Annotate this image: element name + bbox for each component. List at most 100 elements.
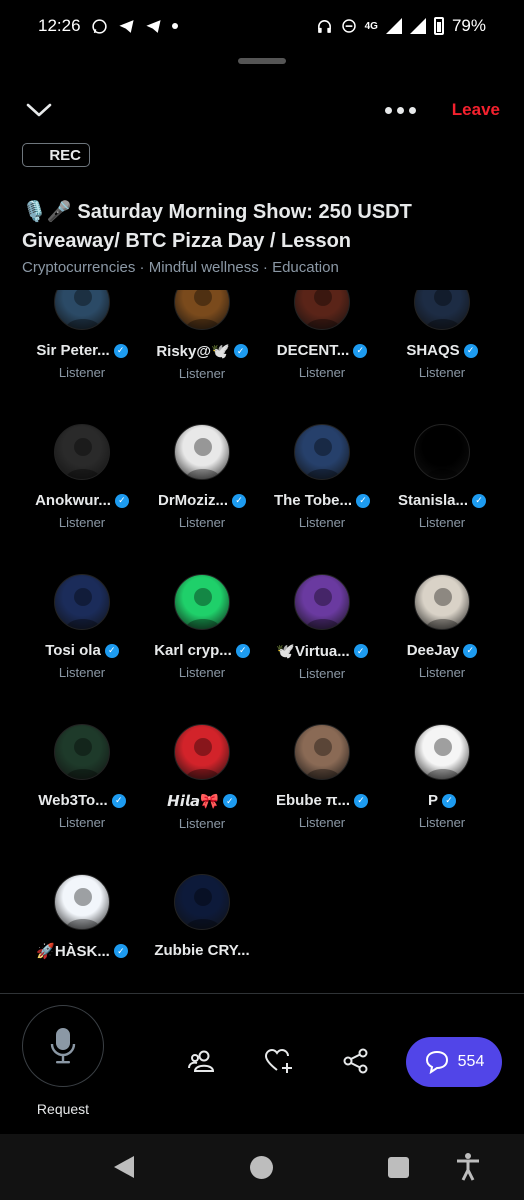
share-button[interactable] bbox=[339, 1044, 373, 1078]
listener-item[interactable]: P ✓ Listener bbox=[382, 710, 502, 860]
headphones-icon bbox=[316, 18, 333, 35]
listener-item[interactable]: Tosi ola ✓ Listener bbox=[22, 560, 142, 710]
avatar[interactable] bbox=[54, 574, 110, 630]
avatar[interactable] bbox=[54, 724, 110, 780]
listener-item[interactable]: DECENT... ✓ Listener bbox=[262, 290, 382, 410]
telegram-icon bbox=[145, 18, 162, 35]
listener-list[interactable]: Sir Peter... ✓ Listener Risky@🕊️ ✓ Listener DE… bbox=[0, 290, 524, 962]
avatar[interactable] bbox=[174, 874, 230, 930]
listener-role: Listener bbox=[178, 816, 226, 831]
listener-item[interactable]: DrMoziz... ✓ Listener bbox=[142, 410, 262, 560]
people-icon bbox=[188, 1050, 215, 1072]
home-icon[interactable] bbox=[250, 1156, 273, 1179]
avatar[interactable] bbox=[294, 574, 350, 630]
listener-role: Listener bbox=[418, 665, 466, 680]
leave-button[interactable]: Leave bbox=[452, 100, 500, 120]
listener-name-row: Karl cryp... ✓ bbox=[154, 642, 250, 659]
drag-handle[interactable] bbox=[238, 58, 286, 64]
avatar[interactable] bbox=[294, 724, 350, 780]
listener-item[interactable]: The Tobe... ✓ Listener bbox=[262, 410, 382, 560]
verified-badge-icon: ✓ bbox=[113, 944, 128, 958]
listener-name-row: 𝙃𝙞𝙡𝙖🎀 ✓ bbox=[167, 792, 237, 810]
listener-name: DeeJay bbox=[406, 642, 460, 659]
space-header: Leave bbox=[0, 90, 524, 130]
listener-name-row: Zubbie CRY... bbox=[154, 942, 249, 959]
accessibility-icon[interactable] bbox=[455, 1152, 481, 1182]
avatar[interactable] bbox=[414, 574, 470, 630]
listener-name: 🕊️Virtua... bbox=[276, 643, 350, 660]
listener-name-row: Tosi ola ✓ bbox=[45, 642, 119, 659]
avatar[interactable] bbox=[414, 424, 470, 480]
verified-badge-icon: ✓ bbox=[463, 343, 478, 358]
battery-level: 79% bbox=[451, 16, 486, 35]
signal-icon bbox=[409, 18, 426, 34]
heart-plus-icon bbox=[264, 1048, 292, 1073]
listener-role: Listener bbox=[418, 515, 466, 530]
avatar[interactable] bbox=[174, 424, 230, 480]
participants-button[interactable] bbox=[185, 1044, 219, 1078]
verified-badge-icon: ✓ bbox=[353, 644, 368, 658]
verified-badge-icon: ✓ bbox=[222, 794, 237, 808]
avatar[interactable] bbox=[54, 290, 110, 330]
listener-item[interactable]: 🕊️Virtua... ✓ Listener bbox=[262, 560, 382, 710]
listener-item[interactable]: Stanisla... ✓ Listener bbox=[382, 410, 502, 560]
avatar[interactable] bbox=[294, 290, 350, 330]
telegram-icon bbox=[118, 18, 135, 35]
avatar[interactable] bbox=[174, 290, 230, 330]
avatar[interactable] bbox=[414, 290, 470, 330]
listener-item[interactable]: Web3To... ✓ Listener bbox=[22, 710, 142, 860]
listener-item[interactable]: 𝙃𝙞𝙡𝙖🎀 ✓ Listener bbox=[142, 710, 262, 860]
listener-item[interactable]: Risky@🕊️ ✓ Listener bbox=[142, 290, 262, 410]
listener-role: Listener bbox=[178, 515, 226, 530]
listener-item[interactable]: DeeJay ✓ Listener bbox=[382, 560, 502, 710]
listener-name-row: The Tobe... ✓ bbox=[273, 492, 371, 509]
verified-badge-icon: ✓ bbox=[111, 793, 126, 808]
space-title: 🎙️🎤 Saturday Morning Show: 250 USDT Give… bbox=[22, 201, 412, 252]
listener-name: Risky@🕊️ bbox=[156, 343, 230, 360]
listener-grid: Sir Peter... ✓ Listener Risky@🕊️ ✓ Listener DE… bbox=[22, 290, 502, 962]
listener-item[interactable]: Anokwur... ✓ Listener bbox=[22, 410, 142, 560]
network-type: 4G bbox=[364, 20, 378, 32]
listener-item[interactable]: Sir Peter... ✓ Listener bbox=[22, 290, 142, 410]
avatar[interactable] bbox=[414, 724, 470, 780]
chevron-down-icon bbox=[26, 103, 52, 117]
listener-role: Listener bbox=[58, 515, 106, 530]
verified-badge-icon: ✓ bbox=[232, 493, 246, 508]
signal-icon bbox=[385, 18, 402, 34]
verified-badge-icon: ✓ bbox=[353, 343, 368, 358]
listener-name: Tosi ola bbox=[45, 642, 101, 659]
avatar[interactable] bbox=[54, 874, 110, 930]
request-mic-button[interactable] bbox=[22, 1005, 104, 1087]
verified-badge-icon: ✓ bbox=[235, 643, 250, 658]
chat-count: 554 bbox=[457, 1053, 485, 1070]
listener-name-row: 🚀HÀSK... ✓ bbox=[36, 942, 128, 960]
listener-name: The Tobe... bbox=[273, 492, 353, 509]
more-options-button[interactable] bbox=[384, 106, 416, 114]
listener-role: Listener bbox=[58, 815, 106, 830]
chat-button[interactable]: 554 bbox=[406, 1037, 502, 1087]
listener-item[interactable]: Ebube π... ✓ Listener bbox=[262, 710, 382, 860]
listener-role: Listener bbox=[58, 665, 106, 680]
listener-role: Listener bbox=[178, 665, 226, 680]
avatar[interactable] bbox=[54, 424, 110, 480]
collapse-button[interactable] bbox=[24, 95, 54, 125]
listener-role: Listener bbox=[298, 815, 346, 830]
listener-name: Sir Peter... bbox=[36, 342, 110, 359]
listener-item[interactable]: Zubbie CRY...Listener bbox=[142, 860, 262, 962]
avatar[interactable] bbox=[294, 424, 350, 480]
listener-item[interactable]: 🚀HÀSK...✓Listener bbox=[22, 860, 142, 962]
share-icon bbox=[343, 1048, 368, 1074]
battery-icon bbox=[433, 17, 444, 35]
avatar[interactable] bbox=[174, 724, 230, 780]
react-button[interactable] bbox=[262, 1044, 296, 1078]
listener-item[interactable]: Karl cryp... ✓ Listener bbox=[142, 560, 262, 710]
recent-apps-icon[interactable] bbox=[388, 1157, 409, 1178]
verified-badge-icon: ✓ bbox=[114, 493, 129, 508]
listener-role: Listener bbox=[298, 515, 346, 530]
request-label: Request bbox=[36, 1101, 90, 1117]
back-icon[interactable] bbox=[114, 1156, 134, 1178]
avatar[interactable] bbox=[174, 574, 230, 630]
listener-item[interactable]: SHAQS ✓ Listener bbox=[382, 290, 502, 410]
listener-role: Listener bbox=[178, 366, 226, 381]
listener-name-row: Web3To... ✓ bbox=[38, 792, 126, 809]
